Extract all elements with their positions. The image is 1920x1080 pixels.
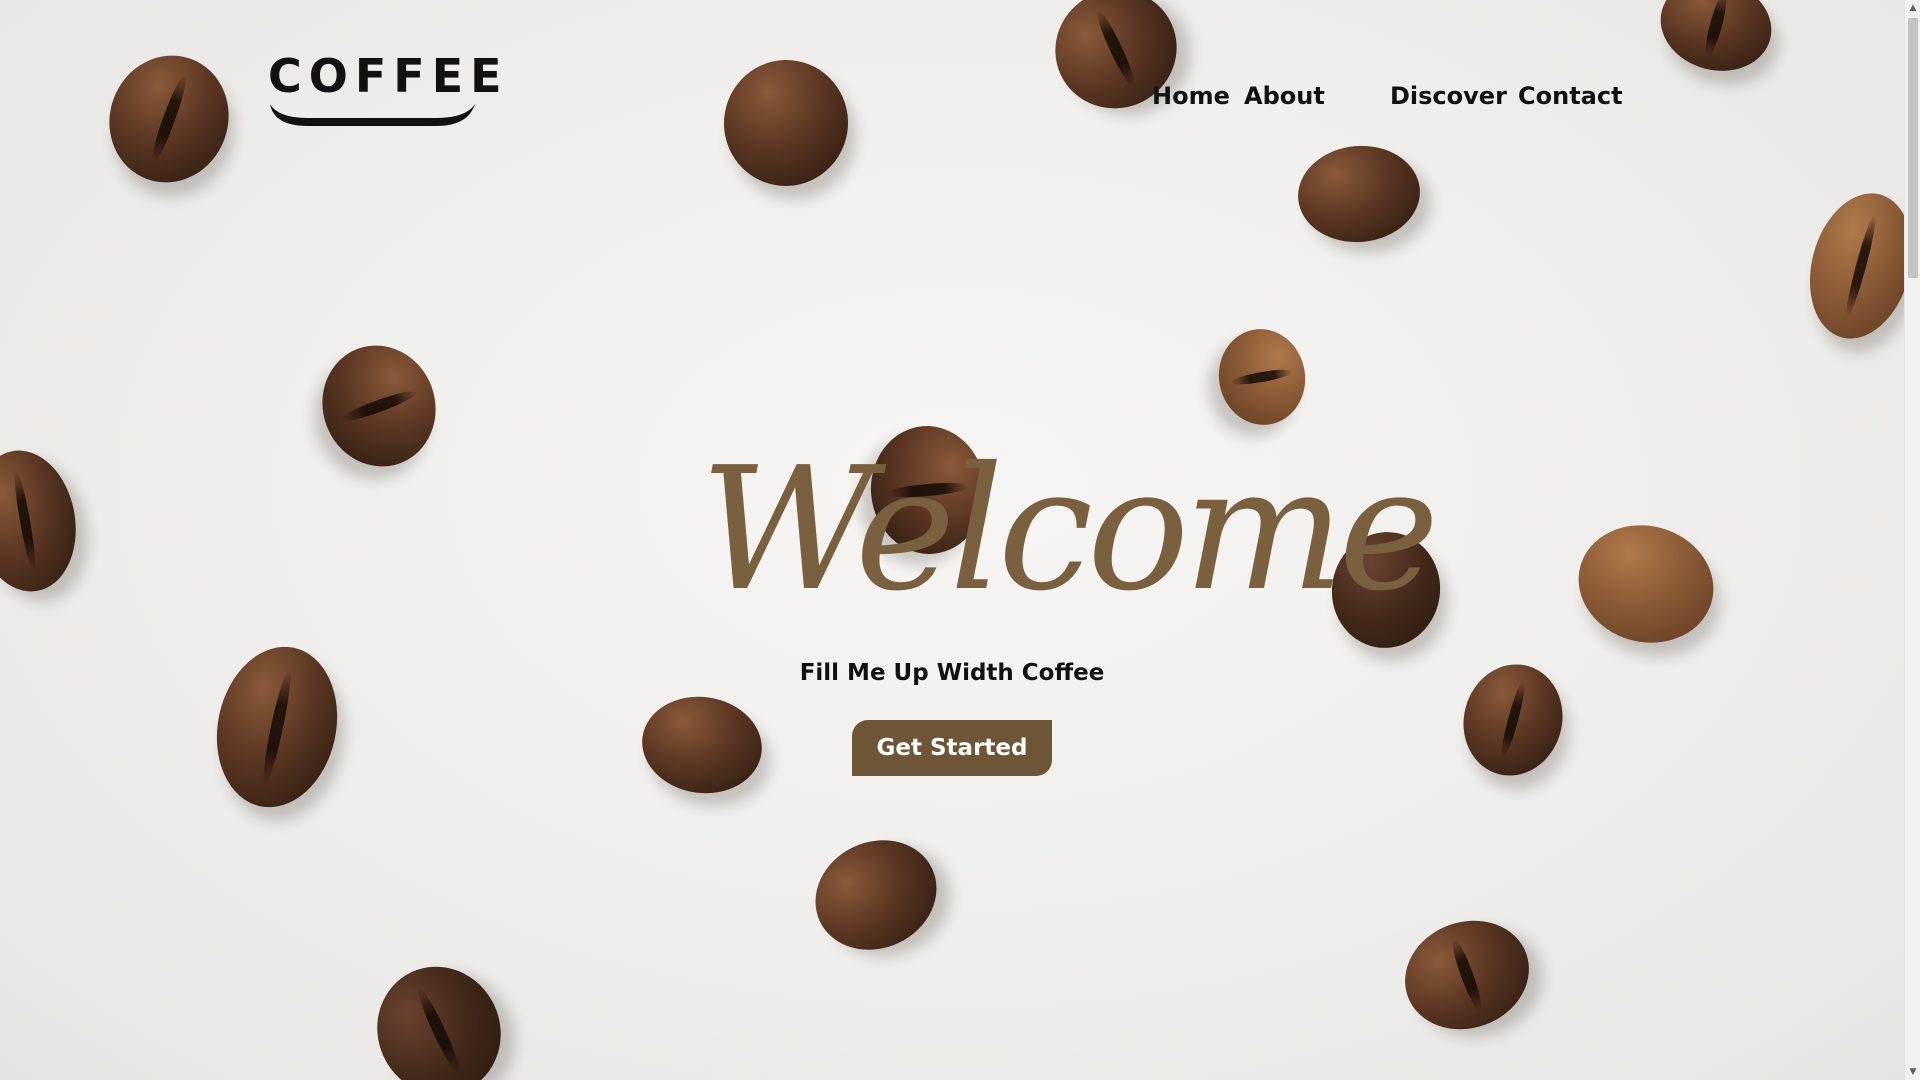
coffee-bean <box>1794 181 1920 351</box>
nav-item-about[interactable]: About <box>1244 82 1325 110</box>
coffee-bean <box>1294 140 1424 248</box>
coffee-bean <box>1389 903 1545 1047</box>
coffee-bean <box>714 50 858 196</box>
nav-item-contact[interactable]: Contact <box>1518 82 1623 110</box>
coffee-bean <box>635 689 769 801</box>
landing-page: COFFEE Home About Discover Contact Welco… <box>0 0 1920 1080</box>
coffee-bean <box>797 820 955 970</box>
logo-text: COFFEE <box>268 49 509 103</box>
vertical-scrollbar[interactable]: ▲ ▼ <box>1904 0 1920 1080</box>
coffee-bean <box>0 442 87 600</box>
nav-item-discover[interactable]: Discover <box>1390 82 1507 110</box>
coffee-bean <box>356 946 522 1080</box>
coffee-bean <box>1565 510 1727 658</box>
coffee-bean <box>202 635 352 819</box>
nav-item-home[interactable]: Home <box>1152 82 1230 110</box>
logo-swoosh-icon <box>270 104 475 126</box>
coffee-bean <box>305 329 453 483</box>
get-started-button[interactable]: Get Started <box>852 720 1052 776</box>
coffee-bean <box>91 38 247 200</box>
site-logo[interactable]: COFFEE <box>268 50 502 130</box>
hero-welcome-heading: Welcome <box>700 431 1439 629</box>
chevron-up-icon[interactable]: ▲ <box>1905 0 1920 16</box>
scrollbar-thumb[interactable] <box>1908 18 1918 278</box>
hero-subtitle: Fill Me Up Width Coffee <box>799 660 1105 686</box>
coffee-bean <box>1451 653 1575 787</box>
coffee-bean <box>1650 0 1782 83</box>
chevron-down-icon[interactable]: ▼ <box>1905 1064 1920 1080</box>
coffee-bean <box>1211 322 1313 432</box>
